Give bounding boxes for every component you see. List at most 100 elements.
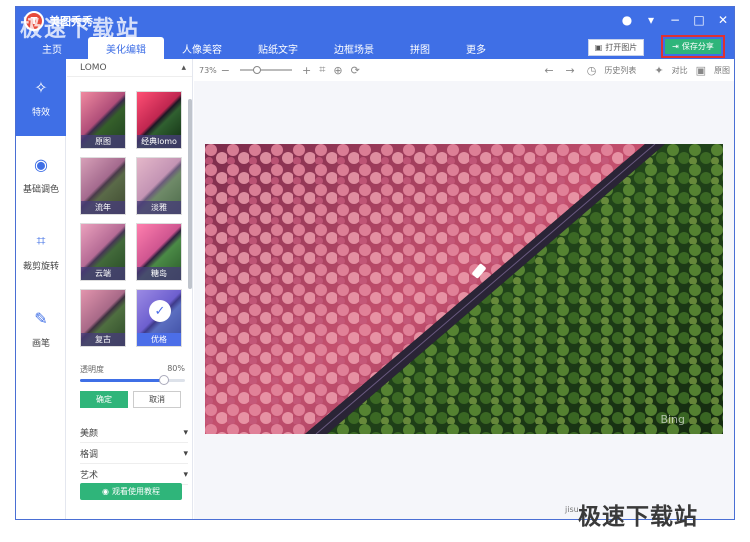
filter-thumb[interactable]: 流年 — [80, 157, 126, 215]
close-icon[interactable]: ✕ — [716, 13, 730, 27]
compare-icon: ✦ — [654, 63, 664, 77]
filter-grid: 原图 经典lomo 流年 淡雅 云端 糖岛 复古 ✓ 优格 — [80, 91, 184, 347]
zoom-in-icon[interactable]: + — [302, 64, 311, 77]
filter-label: 复古 — [81, 333, 125, 346]
canvas-toolbar: 73% − + ⌗ ⊕ ⟳ ← → ◷ 历史列表 ✦ 对比 ▣ 原图 — [194, 59, 734, 81]
rail-item-crop[interactable]: ⌗ 裁剪旋转 — [16, 213, 66, 290]
filter-thumb[interactable]: 糖岛 — [136, 223, 182, 281]
filter-thumb[interactable]: 淡雅 — [136, 157, 182, 215]
bing-watermark: Bing — [660, 413, 685, 426]
image-canvas: Bing — [194, 81, 734, 519]
original-icon: ▣ — [695, 63, 706, 77]
site-watermark-bottom: 极速下载站 — [578, 504, 698, 530]
confirm-button[interactable]: 确定 — [80, 391, 128, 408]
save-share-highlight: ⇥ 保存分享 — [661, 35, 725, 58]
tutorial-button[interactable]: ◉ 观看使用教程 — [80, 483, 182, 500]
rail-item-color[interactable]: ◉ 基础调色 — [16, 136, 66, 213]
rail-item-brush[interactable]: ✎ 画笔 — [16, 290, 66, 367]
opacity-value: 80% — [167, 364, 185, 373]
filter-thumb[interactable]: 云端 — [80, 223, 126, 281]
rail-item-label: 基础调色 — [22, 184, 59, 195]
category-beauty[interactable]: 美颜 ▾ — [80, 423, 188, 443]
original-button[interactable]: 原图 — [714, 65, 730, 76]
zoom-slider[interactable] — [240, 66, 292, 74]
panel-header[interactable]: LOMO ▴ — [67, 59, 192, 77]
filter-label: 淡雅 — [137, 201, 181, 214]
filter-panel: LOMO ▴ 原图 经典lomo 流年 淡雅 云端 糖岛 复古 ✓ 优格 透明度… — [67, 59, 193, 519]
tab-stickers-text[interactable]: 贴纸文字 — [240, 37, 316, 59]
filter-thumb[interactable]: 经典lomo — [136, 91, 182, 149]
maximize-icon[interactable]: □ — [692, 13, 706, 27]
zoom-out-icon[interactable]: − — [221, 64, 230, 77]
filter-thumb[interactable]: 复古 — [80, 289, 126, 347]
category-art[interactable]: 艺术 ▾ — [80, 465, 188, 485]
filter-label: 云端 — [81, 267, 125, 280]
actual-size-icon[interactable]: ⊕ — [333, 64, 342, 77]
category-label: 格调 — [80, 450, 99, 460]
dropdown-icon[interactable]: ▾ — [644, 13, 658, 27]
opacity-label: 透明度 — [80, 365, 104, 374]
rail-item-label: 特效 — [31, 107, 50, 118]
magic-wand-icon: ✧ — [34, 77, 48, 97]
filter-label: 经典lomo — [137, 135, 181, 148]
tutorial-label: 观看使用教程 — [111, 487, 160, 496]
undo-icon[interactable]: ← — [544, 64, 553, 77]
cancel-button[interactable]: 取消 — [133, 391, 181, 408]
history-button[interactable]: 历史列表 — [604, 65, 636, 76]
filter-label: 原图 — [81, 135, 125, 148]
export-icon: ⇥ — [672, 42, 679, 51]
palette-icon: ◉ — [34, 154, 48, 174]
opacity-row: 透明度 80% — [80, 364, 185, 375]
brush-icon: ✎ — [34, 308, 48, 328]
chevron-down-icon: ▾ — [183, 427, 188, 438]
open-image-button[interactable]: ▣ 打开图片 — [588, 39, 644, 56]
category-label: 美颜 — [80, 429, 99, 439]
filter-thumb[interactable]: 原图 — [80, 91, 126, 149]
chat-icon[interactable]: ● — [620, 13, 634, 27]
app-window: T 美图秀秀 ● ▾ − □ ✕ 主页 美化编辑 人像美容 贴纸文字 边框场景 … — [15, 6, 735, 520]
zoom-level: 73% — [199, 65, 217, 75]
edited-photo: Bing — [205, 144, 723, 434]
opacity-slider-knob[interactable] — [159, 375, 169, 385]
eye-icon: ◉ — [102, 487, 109, 496]
redo-icon[interactable]: → — [566, 64, 575, 77]
rail-item-effects[interactable]: ✧ 特效 — [16, 59, 66, 136]
window-controls: ● ▾ − □ ✕ — [620, 13, 730, 27]
chevron-down-icon: ▾ — [183, 469, 188, 480]
toolbar-right: ← → ◷ 历史列表 ✦ 对比 ▣ 原图 — [540, 59, 734, 81]
site-watermark-url: jisu — [565, 505, 579, 514]
panel-scrollbar[interactable] — [188, 99, 192, 289]
open-image-label: 打开图片 — [605, 43, 638, 52]
fit-screen-icon[interactable]: ⌗ — [319, 63, 325, 77]
tab-portrait[interactable]: 人像美容 — [164, 37, 240, 59]
rail-item-label: 裁剪旋转 — [22, 262, 59, 272]
check-icon: ✓ — [149, 300, 171, 322]
compare-button[interactable]: 对比 — [672, 65, 688, 76]
reset-icon[interactable]: ⟳ — [351, 64, 360, 77]
filter-label: 优格 — [137, 333, 181, 346]
site-watermark: 极速下载站 — [20, 17, 141, 42]
history-icon: ◷ — [586, 63, 597, 77]
image-icon: ▣ — [594, 43, 603, 52]
save-share-button[interactable]: ⇥ 保存分享 — [665, 39, 721, 54]
rail-item-label: 画笔 — [31, 338, 50, 349]
filter-label: 糖岛 — [137, 267, 181, 280]
tab-more[interactable]: 更多 — [448, 37, 504, 59]
tab-collage[interactable]: 拼图 — [392, 37, 448, 59]
opacity-slider-fill — [80, 379, 164, 382]
forest-photo — [205, 144, 723, 434]
chevron-down-icon: ▾ — [183, 448, 188, 459]
panel-title: LOMO — [80, 62, 107, 73]
filter-label: 流年 — [81, 201, 125, 214]
tool-rail: ✧ 特效 ◉ 基础调色 ⌗ 裁剪旋转 ✎ 画笔 — [16, 59, 66, 519]
minimize-icon[interactable]: − — [668, 13, 682, 27]
category-label: 艺术 — [80, 471, 99, 481]
zoom-slider-knob[interactable] — [253, 66, 261, 74]
opacity-slider[interactable] — [80, 375, 185, 385]
save-share-label: 保存分享 — [681, 42, 714, 51]
crop-icon: ⌗ — [36, 231, 46, 250]
category-style[interactable]: 格调 ▾ — [80, 444, 188, 464]
collapse-icon[interactable]: ▴ — [181, 63, 186, 73]
tab-frames-scenes[interactable]: 边框场景 — [316, 37, 392, 59]
filter-thumb-selected[interactable]: ✓ 优格 — [136, 289, 182, 347]
